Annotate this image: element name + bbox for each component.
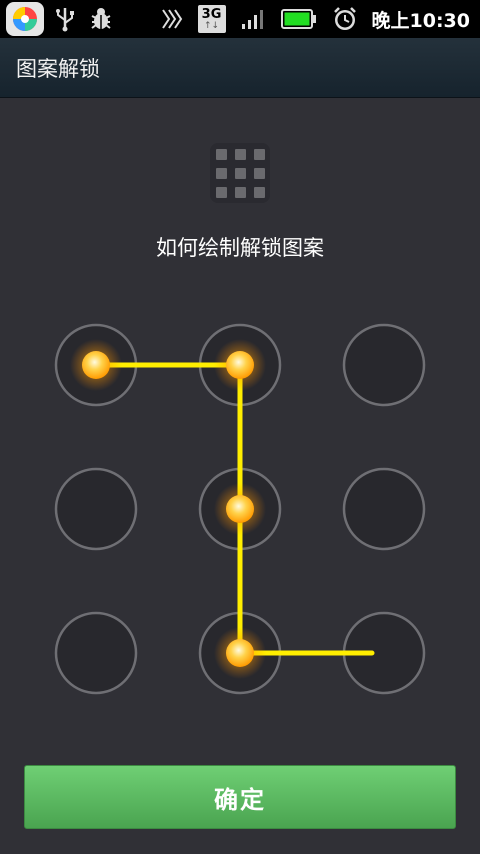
selected-node-2: [226, 351, 254, 379]
pattern-node-4[interactable]: [54, 467, 138, 551]
selected-node-5: [226, 495, 254, 523]
pattern-node-3[interactable]: [342, 323, 426, 407]
selected-node-1: [82, 351, 110, 379]
selected-node-8: [226, 639, 254, 667]
pattern-lock[interactable]: [0, 0, 480, 720]
pattern-node-7[interactable]: [54, 611, 138, 695]
pattern-node-6[interactable]: [342, 467, 426, 551]
confirm-button[interactable]: 确定: [24, 765, 456, 829]
